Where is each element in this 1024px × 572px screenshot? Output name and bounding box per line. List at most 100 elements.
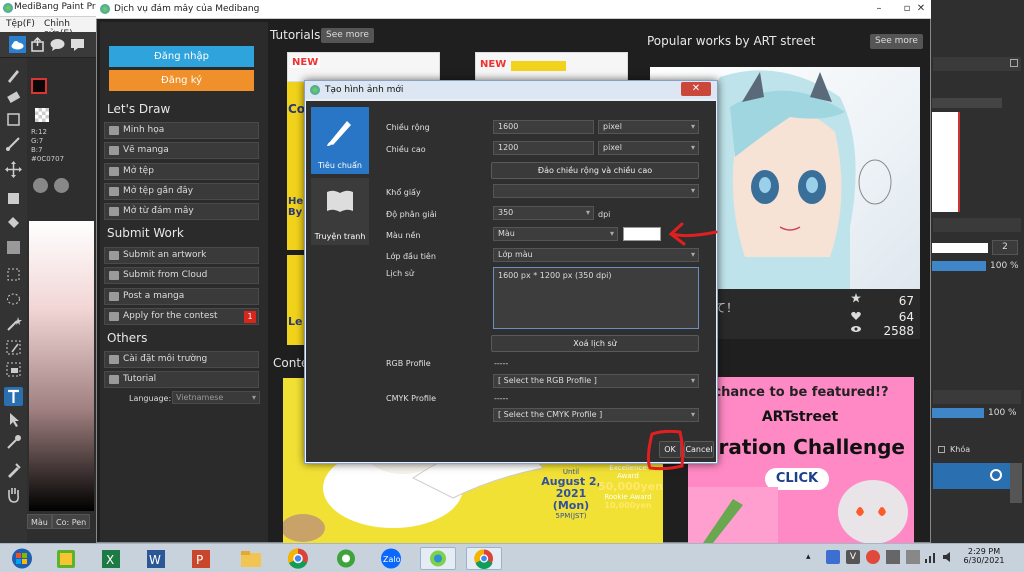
volume-icon[interactable]	[942, 550, 956, 564]
popular-see-more-button[interactable]: See more	[870, 34, 923, 49]
select-pen-tool-icon[interactable]	[4, 338, 23, 357]
brush-size-bar[interactable]	[932, 243, 988, 253]
tab-pen[interactable]: Co: Pen	[52, 514, 91, 529]
tray-flag-icon[interactable]	[886, 550, 900, 564]
gear-icon[interactable]	[990, 469, 1002, 481]
width-input[interactable]: 1600	[493, 120, 594, 134]
height-unit-select[interactable]: pixel	[598, 141, 699, 155]
rgb-profile-select[interactable]: [ Select the RGB Profile ]	[493, 374, 699, 388]
layer-opacity-bar[interactable]	[932, 408, 984, 418]
select-tool-icon[interactable]	[4, 265, 23, 284]
tray-app-icon[interactable]	[826, 550, 840, 564]
chrome-icon[interactable]	[280, 547, 316, 570]
lock-checkbox[interactable]	[938, 446, 945, 453]
tab-color[interactable]: Màu	[27, 514, 52, 529]
opacity-bar[interactable]	[932, 261, 986, 271]
scrollbar[interactable]	[1010, 463, 1022, 503]
sidebar-item-manga[interactable]: Vẽ manga	[104, 142, 259, 159]
tray-v-icon[interactable]: V	[846, 550, 860, 564]
powerpoint-icon[interactable]: P	[183, 547, 219, 570]
first-layer-select[interactable]: Lớp màu	[493, 248, 699, 262]
fill-rect-tool-icon[interactable]	[4, 189, 23, 208]
cloud-maximize-button[interactable]: ▫	[900, 2, 914, 16]
tray-clock[interactable]: 2:29 PM 6/30/2021	[960, 547, 1008, 565]
hand-tool-icon[interactable]	[4, 485, 23, 504]
bucket-tool-icon[interactable]	[4, 213, 23, 232]
palette-icon[interactable]	[33, 178, 48, 193]
gradient-tool-icon[interactable]	[4, 238, 23, 257]
swap-dimensions-button[interactable]: Đảo chiều rộng và chiều cao	[491, 162, 699, 179]
cloud-close-button[interactable]: ✕	[914, 2, 928, 16]
slider-track[interactable]	[932, 98, 1002, 108]
sidebar-item-tutorial[interactable]: Tutorial	[104, 371, 259, 388]
cancel-button[interactable]: Cancel	[684, 441, 714, 458]
text-tool-icon[interactable]	[4, 387, 23, 406]
tutorials-see-more-button[interactable]: See more	[321, 28, 374, 43]
message-icon[interactable]	[69, 36, 86, 53]
move-tool-icon[interactable]	[4, 160, 23, 179]
file-explorer-icon[interactable]	[233, 547, 269, 570]
dialog-close-button[interactable]: ✕	[681, 82, 711, 96]
word-icon[interactable]: W	[138, 547, 174, 570]
tray-security-icon[interactable]	[866, 550, 880, 564]
network-icon[interactable]	[924, 550, 938, 564]
dropper-tool-icon[interactable]	[4, 460, 23, 479]
sidebar-item-settings[interactable]: Cài đặt môi trường	[104, 351, 259, 368]
color-gradient-picker[interactable]	[29, 221, 94, 511]
resolution-select[interactable]: 350	[493, 206, 594, 220]
palette-add-icon[interactable]	[54, 178, 69, 193]
tray-expand-icon[interactable]: ▴	[806, 552, 818, 564]
select-eraser-tool-icon[interactable]	[4, 360, 23, 379]
background-color-select[interactable]: Màu	[493, 227, 618, 241]
menu-file[interactable]: Tệp(F)	[6, 19, 35, 29]
tray-display-icon[interactable]	[906, 550, 920, 564]
medibang-taskbar-icon[interactable]	[420, 547, 456, 570]
zalo-icon[interactable]: Zalo	[373, 547, 409, 570]
sidebar-item-recent[interactable]: Mở tệp gần đây	[104, 183, 259, 200]
sidebar-item-submit-cloud[interactable]: Submit from Cloud	[104, 267, 259, 284]
sidebar-item-post-manga[interactable]: Post a manga	[104, 288, 259, 305]
sidebar-item-open-cloud[interactable]: Mở từ đám mây	[104, 203, 259, 220]
tab-standard[interactable]: Tiêu chuẩn	[311, 107, 369, 174]
brush-size-value[interactable]: 2	[992, 240, 1018, 255]
pen-tool-icon[interactable]	[4, 134, 23, 153]
login-button[interactable]: Đăng nhập	[109, 46, 254, 67]
transparent-swatch[interactable]	[35, 108, 49, 122]
tutorial-side-thumb-1[interactable]: Co	[287, 82, 305, 150]
tutorial-thumb-1[interactable]: NEW	[287, 52, 440, 82]
share-icon[interactable]	[29, 36, 46, 53]
language-select[interactable]: Vietnamese ▾	[172, 391, 260, 404]
cloud-minimize-button[interactable]: –	[872, 2, 886, 16]
width-unit-select[interactable]: pixel	[598, 120, 699, 134]
history-list[interactable]: 1600 px * 1200 px (350 dpi)	[493, 267, 699, 329]
history-entry[interactable]: 1600 px * 1200 px (350 dpi)	[494, 268, 698, 283]
expand-icon[interactable]	[1010, 59, 1018, 67]
magic-wand-tool-icon[interactable]	[4, 314, 23, 333]
sidebar-item-open-file[interactable]: Mở tệp	[104, 163, 259, 180]
height-input[interactable]: 1200	[493, 141, 594, 155]
tutorial-side-thumb-2[interactable]: He By	[287, 150, 305, 250]
cmyk-profile-select[interactable]: [ Select the CMYK Profile ]	[493, 408, 699, 422]
sidebar-item-contest[interactable]: Apply for the contest 1	[104, 308, 259, 325]
cloud-icon[interactable]	[9, 36, 26, 53]
tab-comic[interactable]: Truyện tranh	[311, 178, 369, 245]
eraser-tool-icon[interactable]	[4, 88, 23, 107]
eyedropper-tool-icon[interactable]	[4, 433, 23, 452]
rectangle-tool-icon[interactable]	[4, 110, 23, 129]
bluestacks-icon[interactable]	[48, 547, 84, 570]
register-button[interactable]: Đăng ký	[109, 70, 254, 91]
lasso-tool-icon[interactable]	[4, 290, 23, 309]
foreground-color-swatch[interactable]	[31, 78, 47, 94]
chrome-taskbar-icon[interactable]	[466, 547, 502, 570]
sidebar-item-illustration[interactable]: Minh họa	[104, 122, 259, 139]
tutorial-thumb-2[interactable]: NEW	[475, 52, 628, 82]
clear-history-button[interactable]: Xoá lịch sử	[491, 335, 699, 352]
operation-tool-icon[interactable]	[4, 410, 23, 429]
paper-size-select[interactable]	[493, 184, 699, 198]
coccoc-icon[interactable]	[328, 547, 364, 570]
brush-tool-icon[interactable]	[4, 66, 23, 85]
comment-icon[interactable]	[49, 36, 66, 53]
artstreet-banner[interactable]: chance to be featured!? ARTstreet strati…	[688, 377, 914, 543]
tutorial-side-thumb-3[interactable]: Le	[287, 255, 305, 345]
excel-icon[interactable]: X	[93, 547, 129, 570]
